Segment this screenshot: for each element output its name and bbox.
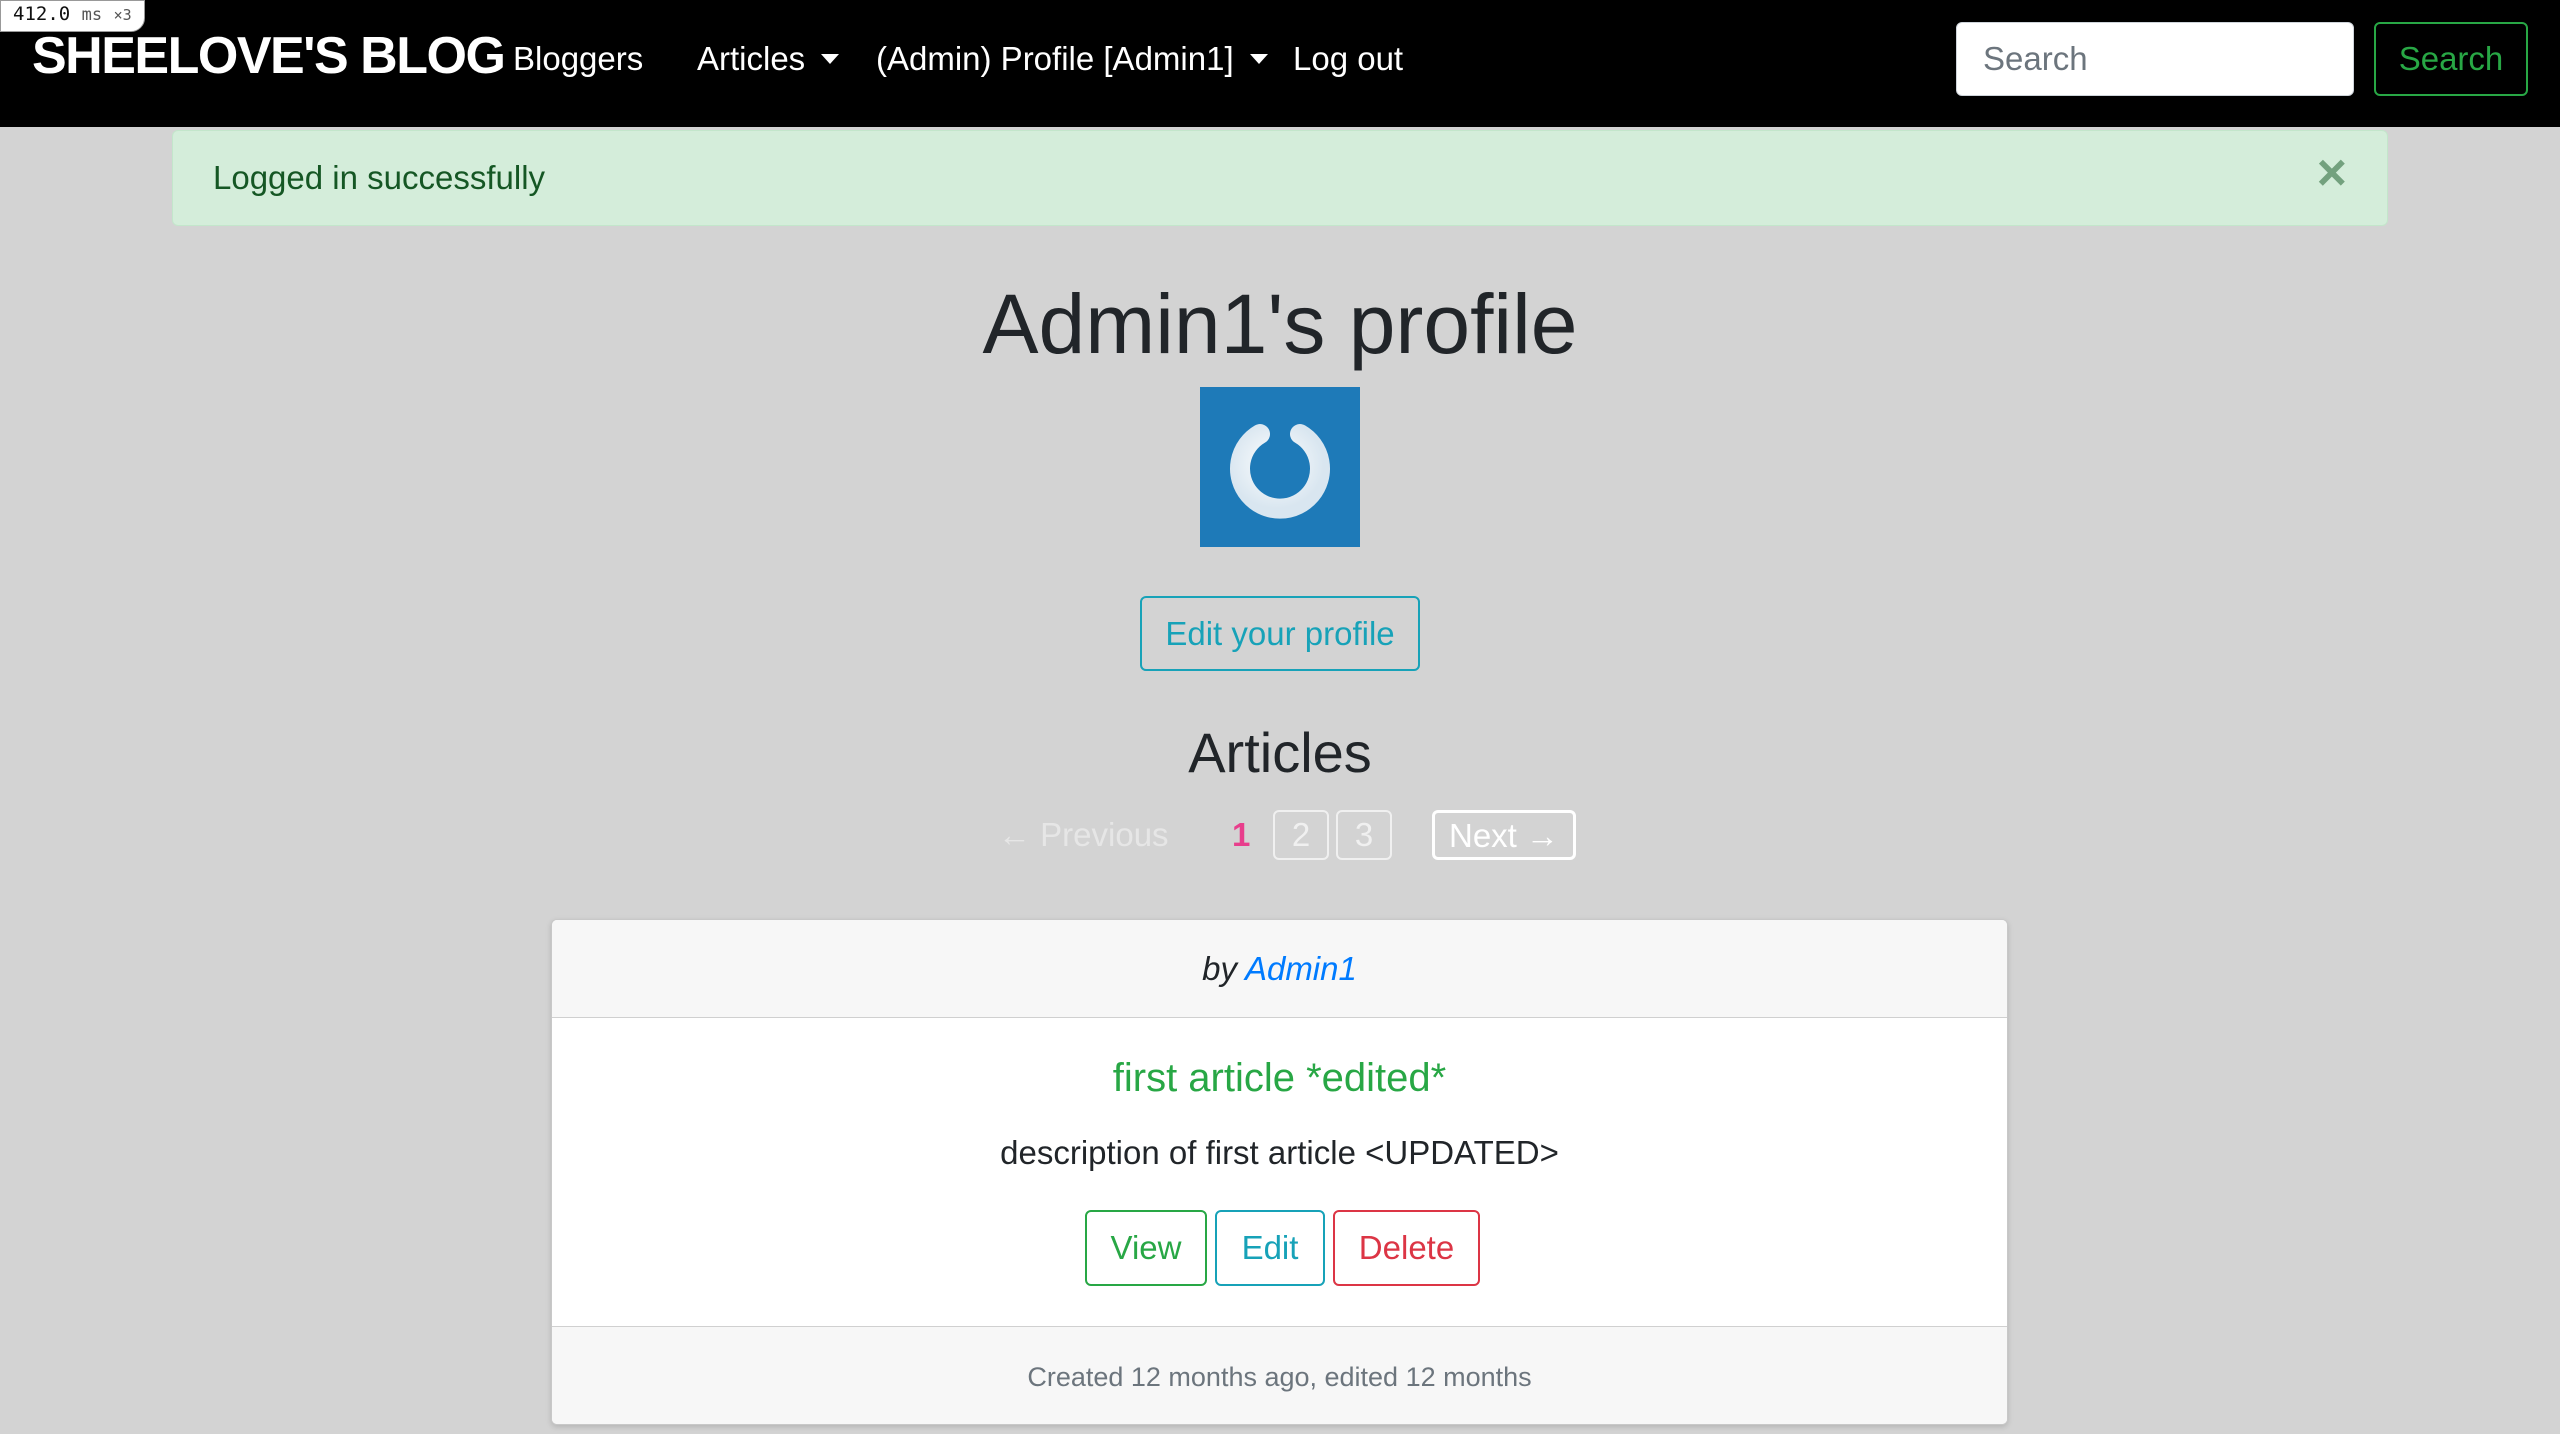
pagination-current-page: 1 (1232, 816, 1251, 853)
delete-button[interactable]: Delete (1333, 1210, 1480, 1286)
pagination-page-2[interactable]: 2 (1273, 810, 1329, 860)
navbar: SHEELOVE'S BLOG Bloggers Articles (Admin… (0, 0, 2560, 127)
article-card-footer: Created 12 months ago, edited 12 months (552, 1326, 2007, 1424)
success-alert: Logged in successfully × (172, 130, 2388, 226)
perf-unit: ms (81, 5, 103, 25)
nav-profile-dropdown[interactable]: (Admin) Profile [Admin1] (876, 40, 1268, 78)
search-button[interactable]: Search (2374, 22, 2528, 96)
nav-logout[interactable]: Log out (1293, 40, 1403, 78)
edit-button[interactable]: Edit (1215, 1210, 1325, 1286)
perf-multiplier: ×3 (113, 6, 132, 24)
nav-bloggers[interactable]: Bloggers (513, 40, 643, 78)
article-title[interactable]: first article *edited* (552, 1056, 2007, 1101)
article-card-header: by Admin1 (552, 920, 2007, 1018)
perf-value: 412.0 (13, 3, 71, 25)
power-icon (1230, 415, 1330, 519)
articles-heading: Articles (1188, 721, 1372, 784)
caret-down-icon (821, 54, 840, 64)
caret-down-icon (1249, 54, 1268, 64)
brand-logo[interactable]: SHEELOVE'S BLOG (32, 26, 506, 86)
by-label: by (1202, 950, 1237, 987)
page-title: Admin1's profile (982, 277, 1578, 371)
view-button[interactable]: View (1085, 1210, 1207, 1286)
alert-message: Logged in successfully (213, 159, 546, 196)
nav-articles-dropdown[interactable]: Articles (697, 40, 840, 78)
pagination-next[interactable]: Next → (1432, 810, 1576, 860)
perf-badge: 412.0 ms ×3 (0, 0, 145, 32)
nav-articles-label: Articles (697, 40, 806, 77)
close-icon[interactable]: × (2317, 147, 2347, 199)
pagination-page-3[interactable]: 3 (1336, 810, 1392, 860)
pagination-previous[interactable]: ← Previous (998, 816, 1169, 854)
article-author-link[interactable]: Admin1 (1245, 950, 1357, 987)
article-card: by Admin1 first article *edited* descrip… (551, 919, 2008, 1425)
edit-profile-button[interactable]: Edit your profile (1140, 596, 1420, 671)
search-input[interactable] (1956, 22, 2354, 96)
avatar (1200, 387, 1360, 547)
nav-profile-label: (Admin) Profile [Admin1] (876, 40, 1234, 77)
article-description: description of first article <UPDATED> (1000, 1134, 1559, 1171)
